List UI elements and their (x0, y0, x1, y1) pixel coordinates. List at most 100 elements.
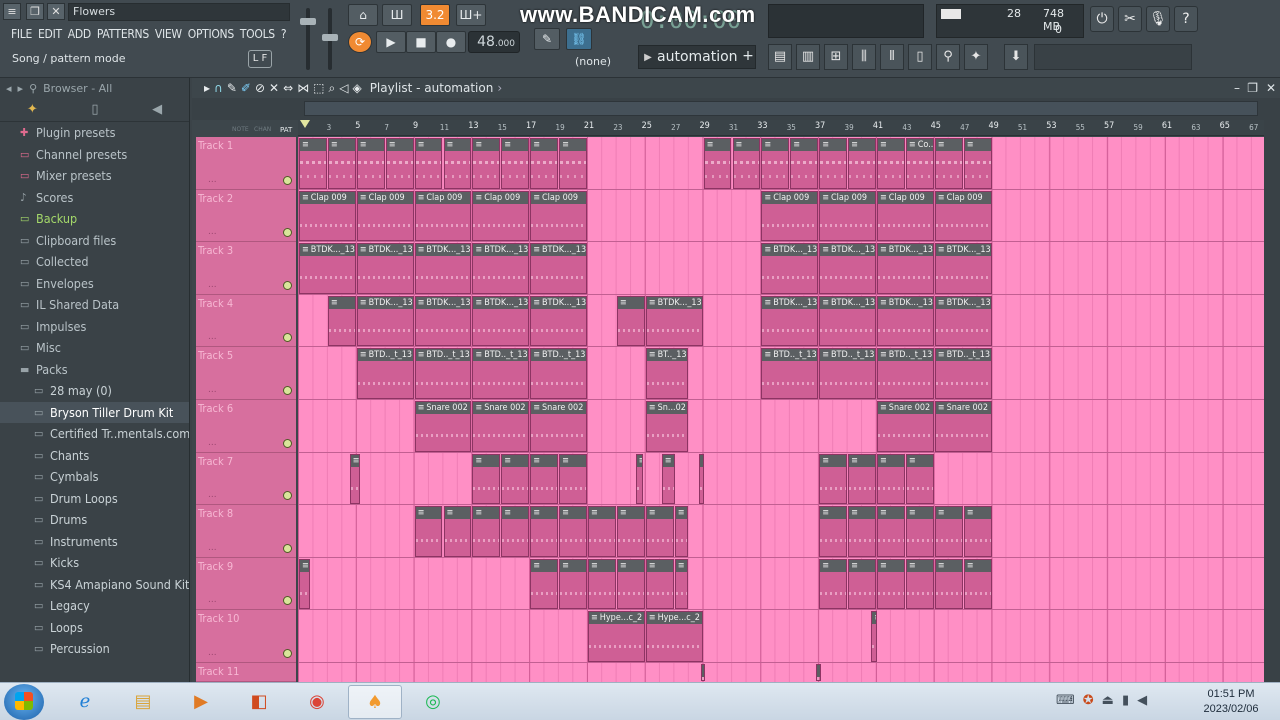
browser-item[interactable]: ▭ Clipboard files (0, 230, 189, 252)
arrow-right-icon[interactable]: ▸ (18, 82, 24, 95)
track-mute-led[interactable] (283, 491, 292, 501)
pattern-clip[interactable] (635, 453, 644, 505)
delete-icon[interactable]: ⊘ (255, 81, 265, 96)
loop-record-icon[interactable]: ⟳ (348, 31, 372, 53)
pattern-clip[interactable]: BTDK..._13 (299, 243, 356, 294)
window-menu-icon[interactable]: ≡ (3, 3, 21, 20)
flstudio-icon[interactable]: ♠ (348, 685, 402, 719)
pattern-clip[interactable] (674, 506, 689, 557)
arrow-left-icon[interactable]: ◂ (6, 82, 12, 95)
network-icon[interactable]: ▮ (1122, 693, 1129, 708)
track-header[interactable]: Track 11 (196, 663, 296, 682)
office-icon[interactable]: ◧ (232, 685, 286, 719)
track-header[interactable]: Track 6... (196, 400, 296, 453)
pattern-clip[interactable]: Snare 002 (530, 401, 587, 452)
track-header[interactable]: Track 7... (196, 452, 296, 506)
horizontal-scrollbar[interactable] (304, 101, 1258, 116)
help-icon[interactable]: ? (1174, 6, 1198, 32)
browser-item[interactable]: ▭ Channel presets (0, 144, 189, 166)
search-icon[interactable]: ⚲ (29, 82, 37, 95)
browser-item[interactable]: ▬ Packs (0, 359, 189, 381)
pattern-clip[interactable] (443, 506, 472, 557)
chrome-icon[interactable]: ◉ (290, 685, 344, 719)
menu-tools[interactable]: TOOLS (237, 25, 278, 43)
pattern-clip[interactable] (877, 558, 905, 610)
pattern-clip[interactable] (661, 453, 676, 505)
cut-icon[interactable]: ✂ (1118, 6, 1142, 32)
pattern-clip[interactable]: BTDK..._13 (761, 243, 819, 294)
browser-item[interactable]: ▭ Bryson Tiller Drum Kit (0, 401, 189, 423)
pattern-clip[interactable]: BTDK..._13 (472, 243, 530, 294)
pattern-clip[interactable] (761, 138, 790, 189)
pattern-clip[interactable]: BT.._13 (645, 348, 689, 399)
pattern-clip[interactable]: Hype...c_2 (645, 611, 703, 662)
pitch-knob[interactable] (322, 34, 338, 41)
pattern-clip[interactable]: BTDK..._13 (530, 243, 587, 294)
pattern-clip[interactable] (905, 453, 934, 505)
pattern-clip[interactable]: Clap 009 (877, 190, 934, 242)
pattern-clip[interactable] (819, 138, 848, 189)
pattern-clip[interactable]: BTDK..._13 (414, 295, 472, 347)
piano-roll-icon[interactable]: ▥ (796, 44, 820, 70)
wait-input-icon[interactable]: Ш (382, 4, 412, 26)
pattern-clip[interactable] (443, 138, 472, 189)
pattern-number[interactable]: 3.2 (420, 4, 450, 26)
pattern-clip[interactable] (327, 295, 356, 347)
master-pitch-slider[interactable] (322, 8, 338, 70)
track-options-icon[interactable]: ... (208, 175, 217, 185)
pattern-clip[interactable] (819, 453, 848, 505)
browser-item[interactable]: ▭ 28 may (0) (0, 380, 189, 402)
pattern-clip[interactable]: Snare 002 (877, 401, 934, 452)
close-icon[interactable]: ✕ (47, 3, 65, 20)
tempo-display[interactable]: 48.000 (468, 31, 520, 53)
track-options-icon[interactable]: ... (208, 438, 217, 448)
maximize-icon[interactable]: ❐ (1247, 81, 1258, 95)
pattern-clip[interactable] (472, 138, 501, 189)
keyboard-icon[interactable]: ⌨ (1056, 693, 1075, 708)
pattern-clip[interactable] (871, 611, 878, 662)
pattern-clip[interactable] (530, 558, 559, 610)
pattern-clip[interactable] (501, 506, 530, 557)
browser-item[interactable]: ▭ Backup (0, 208, 189, 230)
pattern-clip[interactable] (472, 453, 501, 505)
track-mute-led[interactable] (283, 648, 292, 658)
pattern-clip[interactable]: BTD.._t_13 (934, 348, 992, 399)
pattern-clip[interactable]: Snare 002 (934, 401, 992, 452)
pattern-clip[interactable] (356, 138, 385, 189)
stop-button[interactable]: ■ (406, 31, 436, 53)
pattern-clip[interactable]: BTD.._t_13 (530, 348, 587, 399)
usb-icon[interactable]: ⏏ (1102, 693, 1114, 708)
pattern-clip[interactable] (559, 558, 587, 610)
pattern-clip[interactable]: Hype...c_2 (588, 611, 645, 662)
browser-item[interactable]: ▭ Envelopes (0, 273, 189, 295)
pattern-clip[interactable] (700, 664, 706, 681)
track-header[interactable]: Track 8... (196, 505, 296, 558)
pattern-clip[interactable] (616, 506, 645, 557)
pattern-clip[interactable] (501, 138, 530, 189)
browser-item[interactable]: ▭ IL Shared Data (0, 294, 189, 316)
pattern-clip[interactable]: BTDK..._13 (356, 243, 414, 294)
browser-item[interactable]: ▭ Loops (0, 617, 189, 639)
menu-add[interactable]: ADD (65, 25, 94, 43)
track-mute-led[interactable] (283, 438, 292, 448)
playhead-marker[interactable] (300, 120, 310, 128)
pattern-clip[interactable] (616, 295, 645, 347)
magnet-icon[interactable]: ∩ (214, 81, 223, 96)
slice-icon[interactable]: ⋈ (297, 81, 309, 96)
pattern-clip[interactable] (674, 558, 689, 610)
pattern-clip[interactable] (963, 558, 992, 610)
metronome-icon[interactable]: ⌂ (348, 4, 378, 26)
plugin-picker-icon[interactable]: ⚲ (936, 44, 960, 70)
pattern-clip[interactable]: BTDK..._13 (530, 295, 587, 347)
pattern-clip[interactable]: BTDK..._13 (819, 295, 876, 347)
track-options-icon[interactable]: ... (208, 332, 217, 342)
pattern-clip[interactable]: BTD.._t_13 (877, 348, 934, 399)
pattern-clip[interactable]: BTDK..._13 (934, 295, 992, 347)
pattern-clip[interactable] (588, 506, 616, 557)
pattern-clip[interactable] (349, 453, 361, 505)
browser-item[interactable]: ▭ Mixer presets (0, 165, 189, 187)
download-icon[interactable]: ⬇ (1004, 44, 1028, 70)
pattern-selector[interactable]: ▶ automation (638, 45, 756, 69)
mute-icon[interactable]: ✕ (269, 81, 279, 96)
pattern-clip[interactable] (963, 506, 992, 557)
